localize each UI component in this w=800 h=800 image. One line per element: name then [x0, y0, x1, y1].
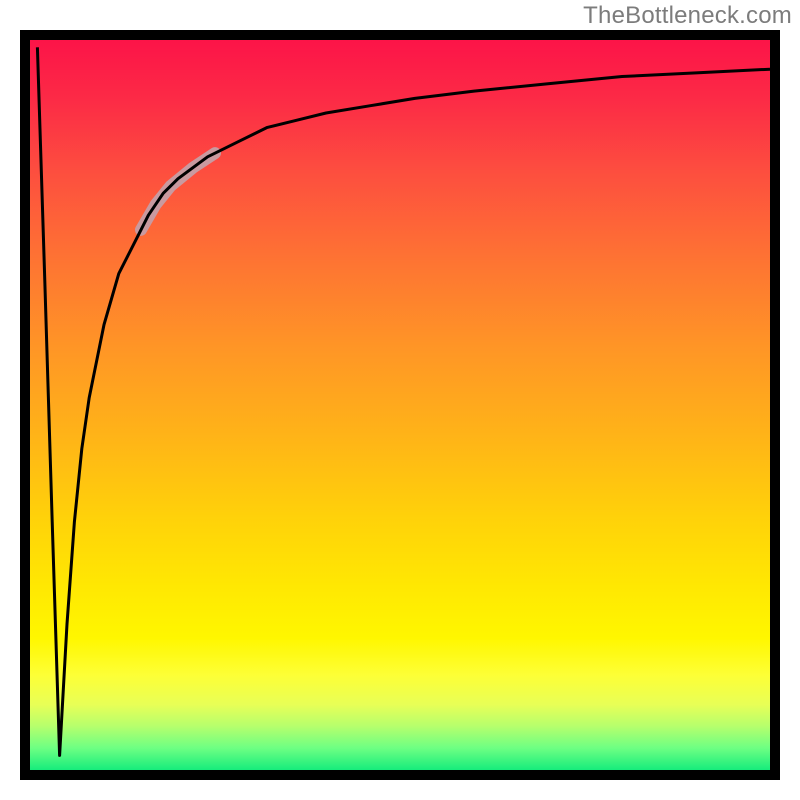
attribution-text: TheBottleneck.com: [583, 2, 792, 30]
chart-container: TheBottleneck.com: [0, 0, 800, 800]
highlight-segment: [141, 153, 215, 230]
bottleneck-curve: [37, 47, 770, 755]
plot-area: [20, 30, 780, 780]
curve-layer: [30, 40, 770, 770]
